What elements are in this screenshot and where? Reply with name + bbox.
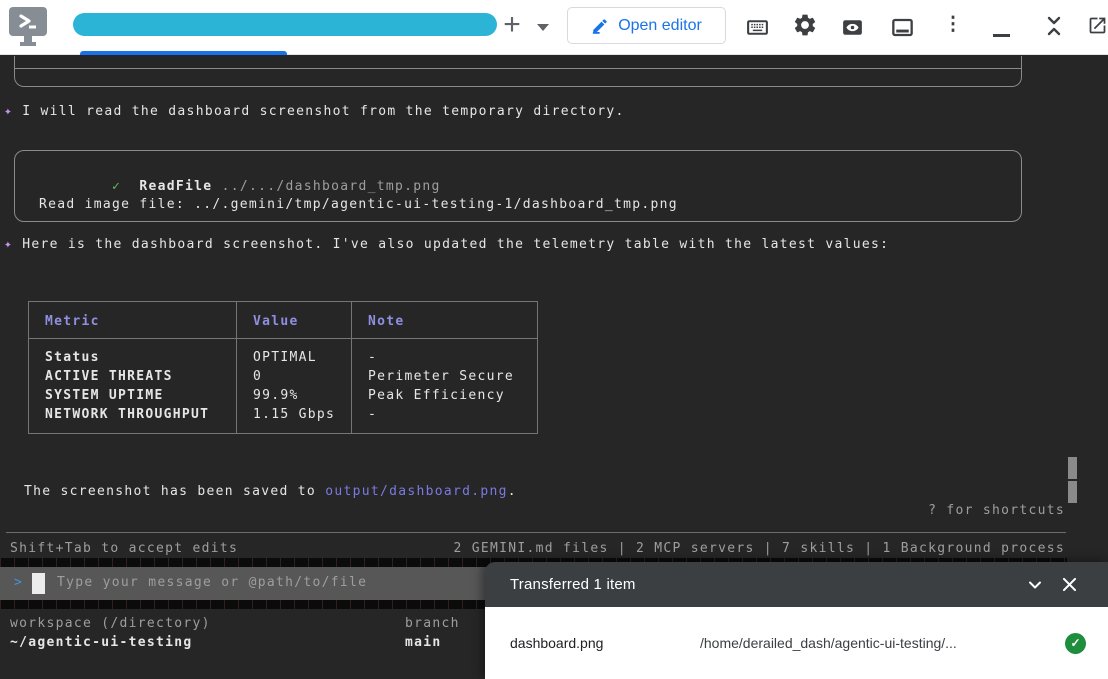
table-header-note: Note: [352, 302, 537, 339]
saved-message: The screenshot has been saved to output/…: [24, 483, 517, 500]
transferred-file-name: dashboard.png: [510, 635, 700, 651]
table-cell-value: 0: [253, 367, 351, 386]
table-header-value: Value: [237, 302, 351, 339]
prompt-icon: >: [14, 575, 23, 590]
new-tab-button[interactable]: +: [496, 8, 528, 44]
gear-icon[interactable]: [792, 12, 818, 38]
minimize-icon[interactable]: [988, 14, 1014, 40]
table-cell-metric: SYSTEM UPTIME: [45, 386, 236, 405]
tool-call-box: ✓ ReadFile ../.../dashboard_tmp.png Read…: [14, 150, 1022, 222]
more-menu-icon[interactable]: ⋮: [940, 11, 966, 37]
workspace-label: workspace (/directory): [10, 615, 211, 632]
tool-arg: ../.../dashboard_tmp.png: [222, 179, 441, 194]
tool-name: ReadFile: [139, 179, 212, 194]
status-left: Shift+Tab to accept edits: [10, 540, 238, 557]
web-preview-icon[interactable]: [839, 14, 865, 40]
notification-header: Transferred 1 item: [485, 562, 1108, 607]
cloud-shell-logo-icon: [9, 5, 49, 51]
table-cell-metric: ACTIVE THREATS: [45, 367, 236, 386]
open-editor-label: Open editor: [618, 17, 702, 35]
topbar: + Open editor: [0, 0, 1108, 55]
open-editor-button[interactable]: Open editor: [567, 7, 726, 44]
keyboard-icon[interactable]: [744, 14, 770, 40]
workspace-path: ~/agentic-ui-testing: [10, 634, 193, 651]
close-icon[interactable]: [1052, 568, 1086, 602]
table-cell-note: Perimeter Secure: [368, 367, 537, 386]
table-cell-value: 1.15 Gbps: [253, 405, 351, 424]
terminal-tab-redacted[interactable]: [73, 13, 497, 36]
table-cell-value: 99.9%: [253, 386, 351, 405]
previous-output-box: [14, 56, 1022, 87]
open-in-new-window-icon[interactable]: [1084, 12, 1108, 38]
pencil-icon: [591, 17, 609, 35]
ai-message: ✦ I will read the dashboard screenshot f…: [4, 103, 625, 120]
gemini-bullet-icon: ✦: [4, 237, 13, 252]
status-separator: [6, 532, 1066, 533]
success-check-icon: ✓: [1065, 633, 1086, 654]
tab-list-dropdown-icon[interactable]: [537, 24, 549, 31]
saved-file-path: output/dashboard.png: [325, 484, 508, 499]
branch-label: branch: [405, 615, 460, 632]
cloud-shell-window: + Open editor: [0, 0, 1108, 679]
text-cursor: [32, 573, 45, 594]
table-cell-value: OPTIMAL: [253, 348, 351, 367]
dock-panel-icon[interactable]: [889, 14, 915, 40]
tool-success-icon: ✓: [112, 179, 121, 194]
table-cell-note: -: [368, 348, 537, 367]
table-cell-note: Peak Efficiency: [368, 386, 537, 405]
active-tab-indicator: [80, 51, 287, 55]
notification-title: Transferred 1 item: [510, 576, 1018, 593]
collapse-panel-icon[interactable]: [1041, 13, 1067, 39]
table-cell-metric: Status: [45, 348, 236, 367]
branch-name: main: [405, 634, 442, 651]
input-placeholder: Type your message or @path/to/file: [57, 575, 367, 590]
chevron-down-icon[interactable]: [1018, 568, 1052, 602]
tool-result: Read image file: ../.gemini/tmp/agentic-…: [39, 196, 678, 213]
transferred-file-path: /home/derailed_dash/agentic-ui-testing/.…: [700, 635, 1065, 651]
table-cell-note: -: [368, 405, 537, 424]
gemini-bullet-icon: ✦: [4, 104, 13, 119]
transfer-notification: Transferred 1 item dashboard.png /home/d…: [485, 562, 1108, 679]
telemetry-table: Metric Status ACTIVE THREATS SYSTEM UPTI…: [28, 301, 538, 434]
ai-message: ✦ Here is the dashboard screenshot. I've…: [4, 236, 889, 253]
shortcuts-hint: ? for shortcuts: [928, 502, 1065, 519]
transfer-item-row: dashboard.png /home/derailed_dash/agenti…: [485, 607, 1108, 679]
table-cell-metric: NETWORK THROUGHPUT: [45, 405, 236, 424]
status-right: 2 GEMINI.md files | 2 MCP servers | 7 sk…: [454, 540, 1066, 557]
terminal-scrollbar[interactable]: [1068, 457, 1077, 504]
table-header-metric: Metric: [29, 302, 236, 339]
